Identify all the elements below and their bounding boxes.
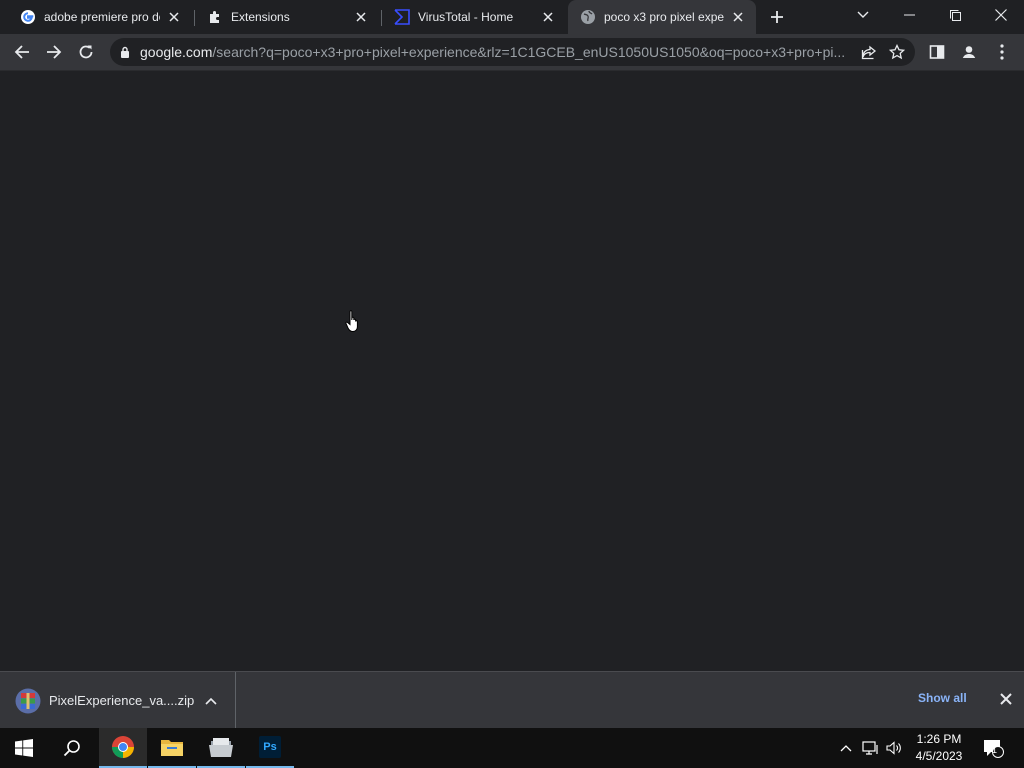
avatar-icon xyxy=(960,43,978,61)
forward-button[interactable] xyxy=(39,37,69,67)
restore-button[interactable] xyxy=(932,0,978,30)
kebab-menu-icon xyxy=(1000,44,1004,60)
new-tab-button[interactable] xyxy=(766,6,788,28)
clock-time: 1:26 PM xyxy=(916,732,962,746)
tab-title: adobe premiere pro do xyxy=(44,10,160,24)
file-explorer-icon xyxy=(161,740,183,756)
taskbar-folder-app[interactable] xyxy=(197,728,245,768)
clock-date: 4/5/2023 xyxy=(915,749,963,763)
notification-count: 1 xyxy=(992,745,998,755)
close-icon[interactable] xyxy=(730,9,746,25)
chevron-up-icon xyxy=(205,697,217,705)
star-icon xyxy=(889,44,905,60)
virustotal-icon xyxy=(394,9,410,25)
share-button[interactable] xyxy=(855,38,883,66)
back-button[interactable] xyxy=(7,37,37,67)
puzzle-icon xyxy=(207,9,223,25)
photoshop-label: Ps xyxy=(263,741,277,753)
reload-button[interactable] xyxy=(71,37,101,67)
show-hidden-icons-button[interactable] xyxy=(836,728,856,768)
speaker-icon xyxy=(886,741,901,755)
close-window-button[interactable] xyxy=(978,0,1024,30)
close-icon xyxy=(1000,693,1012,705)
tab-search-button[interactable] xyxy=(840,0,886,30)
download-file-name: PixelExperience_va....zip xyxy=(49,693,195,708)
restore-icon xyxy=(949,9,961,21)
close-icon xyxy=(995,9,1007,21)
tab-adobe-premiere[interactable]: adobe premiere pro do xyxy=(0,0,192,34)
google-icon xyxy=(20,9,36,25)
photoshop-icon: Ps xyxy=(259,736,281,758)
lock-icon[interactable] xyxy=(120,46,132,58)
minimize-button[interactable] xyxy=(886,0,932,30)
taskbar-photoshop[interactable]: Ps xyxy=(246,728,294,768)
tab-extensions[interactable]: Extensions xyxy=(187,0,379,34)
tab-virustotal[interactable]: VirusTotal - Home xyxy=(374,0,566,34)
taskbar-chrome[interactable] xyxy=(99,728,147,768)
volume-button[interactable] xyxy=(884,728,904,768)
close-icon[interactable] xyxy=(540,9,556,25)
page-content[interactable] xyxy=(0,71,1024,671)
arrow-right-icon xyxy=(47,45,62,59)
windows-start-icon xyxy=(15,739,33,757)
search-icon xyxy=(63,740,80,757)
taskbar-file-explorer[interactable] xyxy=(148,728,196,768)
chevron-up-icon xyxy=(840,745,852,752)
minimize-icon xyxy=(903,14,915,16)
network-icon xyxy=(862,741,878,755)
tab-title: poco x3 pro pixel expe xyxy=(604,10,724,24)
folder-app-icon xyxy=(209,738,233,757)
reload-icon xyxy=(79,45,93,59)
globe-icon xyxy=(580,9,596,25)
plus-icon xyxy=(771,11,783,23)
address-bar[interactable]: google.com/search?q=poco+x3+pro+pixel+ex… xyxy=(110,38,915,66)
tab-strip: adobe premiere pro do Extensions VirusTo… xyxy=(0,0,1024,34)
url-text[interactable]: google.com/search?q=poco+x3+pro+pixel+ex… xyxy=(140,44,855,60)
menu-button[interactable] xyxy=(987,37,1017,67)
side-panel-icon xyxy=(929,45,945,59)
browser-toolbar: google.com/search?q=poco+x3+pro+pixel+ex… xyxy=(0,34,1024,71)
close-icon[interactable] xyxy=(166,9,182,25)
tab-poco-x3[interactable]: poco x3 pro pixel expe xyxy=(568,0,756,34)
start-button[interactable] xyxy=(0,728,48,768)
close-download-shelf-button[interactable] xyxy=(996,689,1016,709)
url-path: /search?q=poco+x3+pro+pixel+experience&r… xyxy=(212,44,846,60)
winrar-archive-icon xyxy=(15,688,41,713)
show-all-link[interactable]: Show all xyxy=(918,691,967,705)
chevron-down-icon xyxy=(857,11,869,18)
download-options-button[interactable] xyxy=(201,691,221,711)
profile-button[interactable] xyxy=(954,37,984,67)
windows-taskbar: Ps 1:26 PM 4/5/2023 1 xyxy=(0,728,1024,768)
search-button[interactable] xyxy=(48,728,96,768)
tab-title: Extensions xyxy=(231,10,290,24)
tab-title: VirusTotal - Home xyxy=(418,10,514,24)
chrome-icon xyxy=(112,736,134,758)
hand-cursor-icon xyxy=(345,310,358,332)
download-shelf: PixelExperience_va....zip Show all xyxy=(0,671,1024,729)
bookmark-button[interactable] xyxy=(883,38,911,66)
taskbar-clock[interactable]: 1:26 PM 4/5/2023 xyxy=(906,731,972,765)
close-icon[interactable] xyxy=(353,9,369,25)
url-host: google.com xyxy=(140,44,213,60)
network-button[interactable] xyxy=(860,728,882,768)
arrow-left-icon xyxy=(14,45,29,59)
download-item[interactable]: PixelExperience_va....zip xyxy=(0,672,236,729)
share-icon xyxy=(861,45,877,60)
action-center-button[interactable]: 1 xyxy=(978,728,1008,768)
side-panel-button[interactable] xyxy=(922,37,952,67)
